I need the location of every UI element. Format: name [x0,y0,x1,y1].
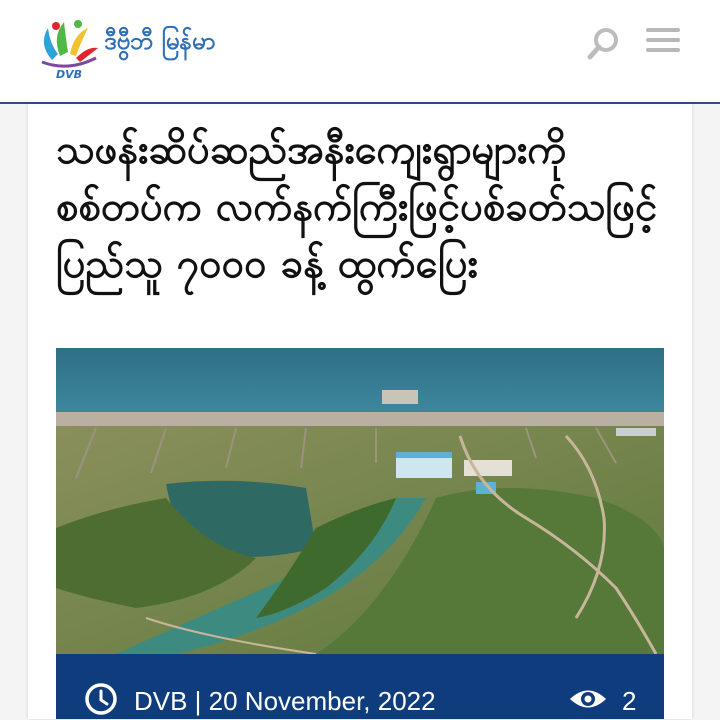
article-meta-bar: DVB | 20 November, 2022 2 [56,654,664,719]
article-title[interactable]: သဖန်းဆိပ်ဆည်အနီးကျေးရွာများကို စစ်တပ်က လ… [56,122,676,293]
dvb-logo[interactable]: DVB [34,14,104,81]
menu-icon[interactable] [646,28,682,56]
logo-badge: DVB [56,68,82,80]
article-byline: DVB | 20 November, 2022 [134,686,436,716]
eye-icon [568,686,608,712]
site-header: DVB ဒီဗွီဘီ မြန်မာ [0,0,720,104]
logo-text: ဒီဗွီဘီ မြန်မာ [104,27,216,55]
clock-icon [84,682,118,716]
view-count: 2 [622,686,637,716]
search-icon[interactable] [586,26,622,62]
article-image[interactable] [56,348,664,654]
